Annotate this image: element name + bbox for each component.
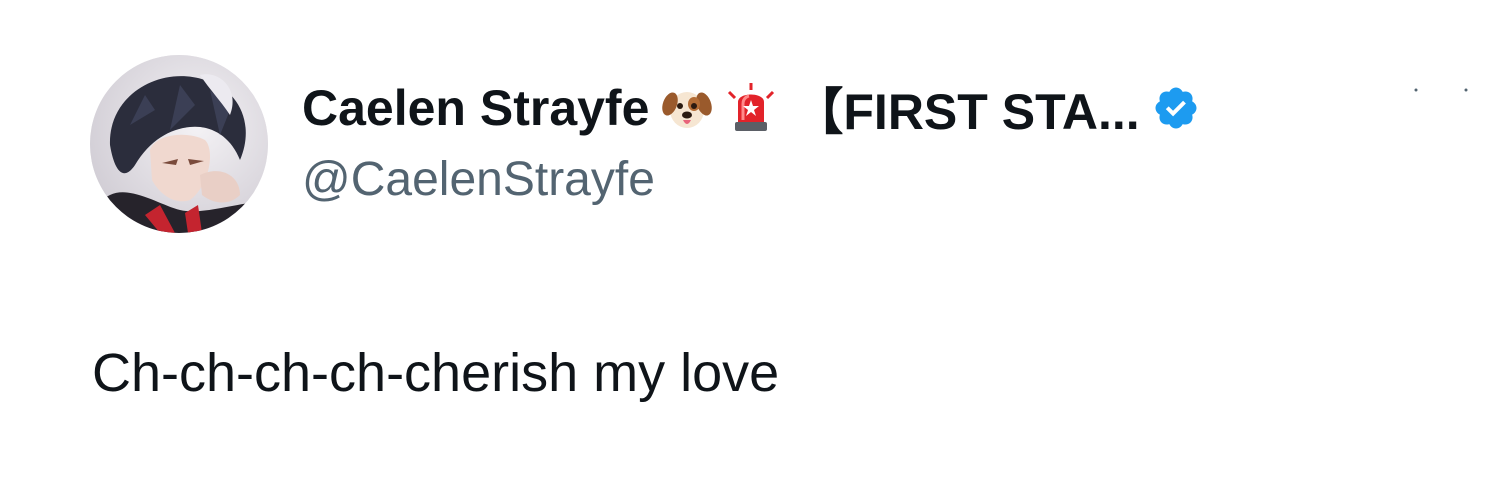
tweet-card: Caelen Strayfe 【FIRST STA... @CaelenStra… xyxy=(0,0,1499,499)
author-display-name[interactable]: Caelen Strayfe xyxy=(302,79,649,137)
dog-face-emoji xyxy=(661,82,713,134)
more-options-icon[interactable] xyxy=(1408,86,1478,98)
avatar[interactable] xyxy=(90,55,268,233)
author-handle[interactable]: @CaelenStrayfe xyxy=(302,152,655,207)
police-light-emoji xyxy=(725,82,777,134)
tweet-text: Ch-ch-ch-ch-cherish my love xyxy=(92,343,780,403)
author-name-suffix[interactable]: 【FIRST STA... xyxy=(793,72,1139,144)
author-name-row[interactable]: Caelen Strayfe 【FIRST STA... xyxy=(302,76,1200,140)
avatar-illustration xyxy=(90,55,268,233)
verified-badge-icon xyxy=(1152,84,1200,132)
